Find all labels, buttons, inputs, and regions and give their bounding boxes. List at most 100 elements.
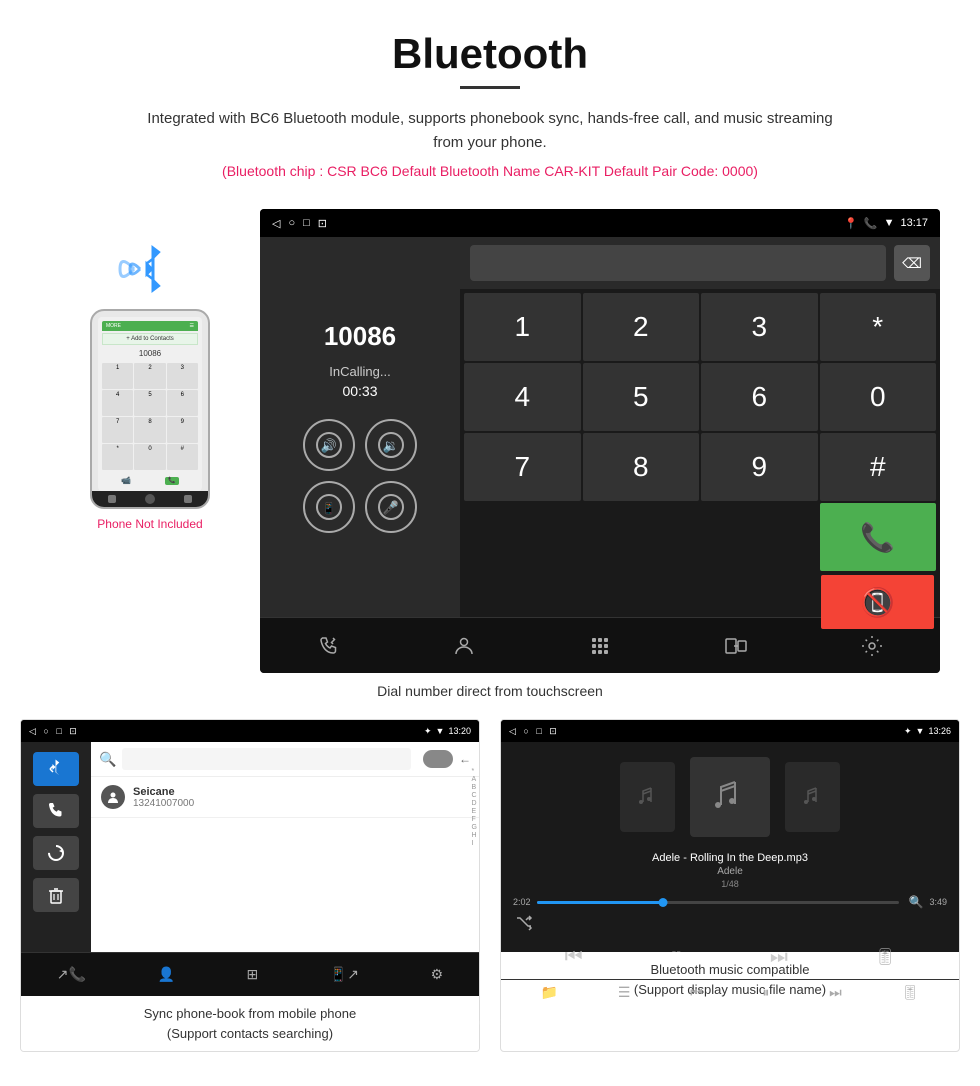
phone-sidebar-icon: [45, 800, 67, 822]
phonebook-screen: ◁ ○ □ ⊡ ✦ ▼ 13:20: [21, 720, 479, 996]
play-pause-button[interactable]: ⏸: [670, 941, 683, 973]
bluetooth-sidebar-button[interactable]: [33, 752, 79, 786]
dial-controls: 🔊 🔉 📱: [303, 419, 417, 533]
pb-bottom-settings[interactable]: ⚙: [431, 966, 444, 983]
music-progress-fill: [537, 901, 664, 904]
phonebook-search-bar[interactable]: [122, 748, 411, 770]
call-icon: 📞: [864, 217, 878, 230]
music-eq-icon[interactable]: 🎚: [901, 984, 919, 1001]
refresh-sidebar-icon: [45, 842, 67, 864]
key-7[interactable]: 7: [464, 433, 581, 501]
dial-input-field[interactable]: [470, 245, 886, 281]
music-status-right: ✦ ▼ 13:26: [904, 726, 951, 737]
dial-screen: ◁ ○ □ ⊡ 📍 📞 ▼ 13:17 10086 InCalling... 0…: [260, 209, 940, 673]
contact-avatar-circle: [423, 750, 453, 768]
key-2[interactable]: 2: [583, 293, 700, 361]
call-accept-button[interactable]: 📞: [820, 503, 937, 571]
key-4[interactable]: 4: [464, 363, 581, 431]
mute-button[interactable]: 🎤: [365, 481, 417, 533]
volume-up-button[interactable]: 🔊: [303, 419, 355, 471]
delete-sidebar-icon: [45, 884, 67, 906]
call-timer: 00:33: [342, 383, 377, 399]
phonebook-bottom-bar: ↗📞 👤 ⊞ 📱↗ ⚙: [21, 952, 479, 996]
back-arrow-icon[interactable]: ←: [459, 752, 471, 766]
key-1[interactable]: 1: [464, 293, 581, 361]
bottom-transfer-icon[interactable]: [716, 626, 756, 666]
phone-bottom-bar: [92, 491, 208, 507]
key-9[interactable]: 9: [701, 433, 818, 501]
nav-back-icon[interactable]: ◁: [272, 217, 280, 230]
dial-input-row: ⌫: [460, 237, 940, 289]
dial-content: 10086 InCalling... 00:33 🔊 🔉: [260, 237, 940, 617]
contact-number: 13241007000: [133, 798, 194, 809]
phone-top-bar: MORE ☰: [102, 321, 198, 331]
transfer-button[interactable]: 📱: [303, 481, 355, 533]
bluetooth-signal-icon: [110, 234, 190, 304]
svg-text:🔊: 🔊: [321, 437, 337, 454]
pb-status-right: ✦ ▼ 13:20: [424, 726, 471, 737]
key-hash[interactable]: #: [820, 433, 937, 501]
shuffle-icon[interactable]: [515, 913, 533, 931]
bottom-settings-icon[interactable]: [852, 626, 892, 666]
key-star[interactable]: *: [820, 293, 937, 361]
pb-bottom-contacts[interactable]: 👤: [158, 966, 175, 983]
phonebook-panel: ◁ ○ □ ⊡ ✦ ▼ 13:20: [20, 719, 480, 1052]
music-track-name: Adele - Rolling In the Deep.mp3: [516, 852, 944, 864]
title-divider: [460, 86, 520, 89]
music-progress-bar[interactable]: [537, 901, 899, 904]
phonebook-sidebar: [21, 742, 91, 952]
key-3[interactable]: 3: [701, 293, 818, 361]
phone-sidebar-button[interactable]: [33, 794, 79, 828]
phonebook-caption: Sync phone-book from mobile phone(Suppor…: [21, 996, 479, 1051]
refresh-sidebar-button[interactable]: [33, 836, 79, 870]
phonebook-contact-row[interactable]: Seicane 13241007000: [91, 777, 479, 818]
bottom-keypad-icon[interactable]: [580, 626, 620, 666]
pb-bottom-calls[interactable]: ↗📞: [57, 966, 86, 983]
music-note-prev-icon: [633, 782, 663, 812]
key-0[interactable]: 0: [820, 363, 937, 431]
music-album-next: [785, 762, 840, 832]
dial-left-panel: 10086 InCalling... 00:33 🔊 🔉: [260, 237, 460, 617]
nav-recent-icon[interactable]: □: [303, 217, 310, 229]
music-screen: ◁ ○ □ ⊡ ✦ ▼ 13:26: [501, 720, 959, 952]
contact-name: Seicane: [133, 786, 194, 798]
delete-sidebar-button[interactable]: [33, 878, 79, 912]
status-left: ◁ ○ □ ⊡: [272, 217, 327, 230]
volume-down-button[interactable]: 🔉: [365, 419, 417, 471]
transfer-icon: 📱: [315, 493, 343, 521]
caption-dial: Dial number direct from touchscreen: [0, 683, 980, 699]
nav-cast-icon: ⊡: [318, 217, 327, 230]
key-8[interactable]: 8: [583, 433, 700, 501]
pb-bottom-keypad[interactable]: ⊞: [247, 966, 259, 983]
music-controls: ⏮ ⏸ ⏭ 🎚: [501, 935, 959, 979]
music-playlist-icon[interactable]: ☰: [618, 984, 631, 1001]
music-prev-track-icon[interactable]: ⏮: [690, 984, 703, 1001]
pb-bottom-transfer[interactable]: 📱↗: [330, 966, 359, 983]
dial-status-bar: ◁ ○ □ ⊡ 📍 📞 ▼ 13:17: [260, 209, 940, 237]
header-description: Integrated with BC6 Bluetooth module, su…: [140, 107, 840, 155]
music-next-track-icon[interactable]: ⏭: [829, 984, 842, 1001]
backspace-button[interactable]: ⌫: [894, 245, 930, 281]
music-panel: ◁ ○ □ ⊡ ✦ ▼ 13:26: [500, 719, 960, 1052]
key-5[interactable]: 5: [583, 363, 700, 431]
bottom-calls-icon[interactable]: [308, 626, 348, 666]
music-play-icon[interactable]: ⏸: [762, 984, 769, 1001]
dial-right-panel: ⌫ 1 2 3 * 4 5 6 0 7 8 9 #: [460, 237, 940, 617]
key-6[interactable]: 6: [701, 363, 818, 431]
music-progress-dot: [659, 898, 668, 907]
prev-button[interactable]: ⏮: [565, 946, 583, 969]
music-folder-icon[interactable]: 📁: [541, 984, 558, 1001]
pb-bt-icon: ✦: [424, 726, 432, 737]
page-title: Bluetooth: [20, 30, 960, 78]
call-end-button[interactable]: 📵: [821, 575, 934, 629]
music-time-total: 3:49: [929, 897, 947, 907]
pb-time: 13:20: [448, 726, 471, 736]
music-count: 1/48: [516, 879, 944, 889]
key-empty-1: [464, 503, 581, 571]
next-button[interactable]: ⏭: [770, 946, 788, 969]
nav-home-icon[interactable]: ○: [288, 217, 295, 229]
music-search-icon[interactable]: 🔍: [909, 895, 924, 909]
status-right: 📍 📞 ▼ 13:17: [844, 217, 928, 230]
bottom-contacts-icon[interactable]: [444, 626, 484, 666]
equalizer-button[interactable]: 🎚: [875, 947, 895, 967]
